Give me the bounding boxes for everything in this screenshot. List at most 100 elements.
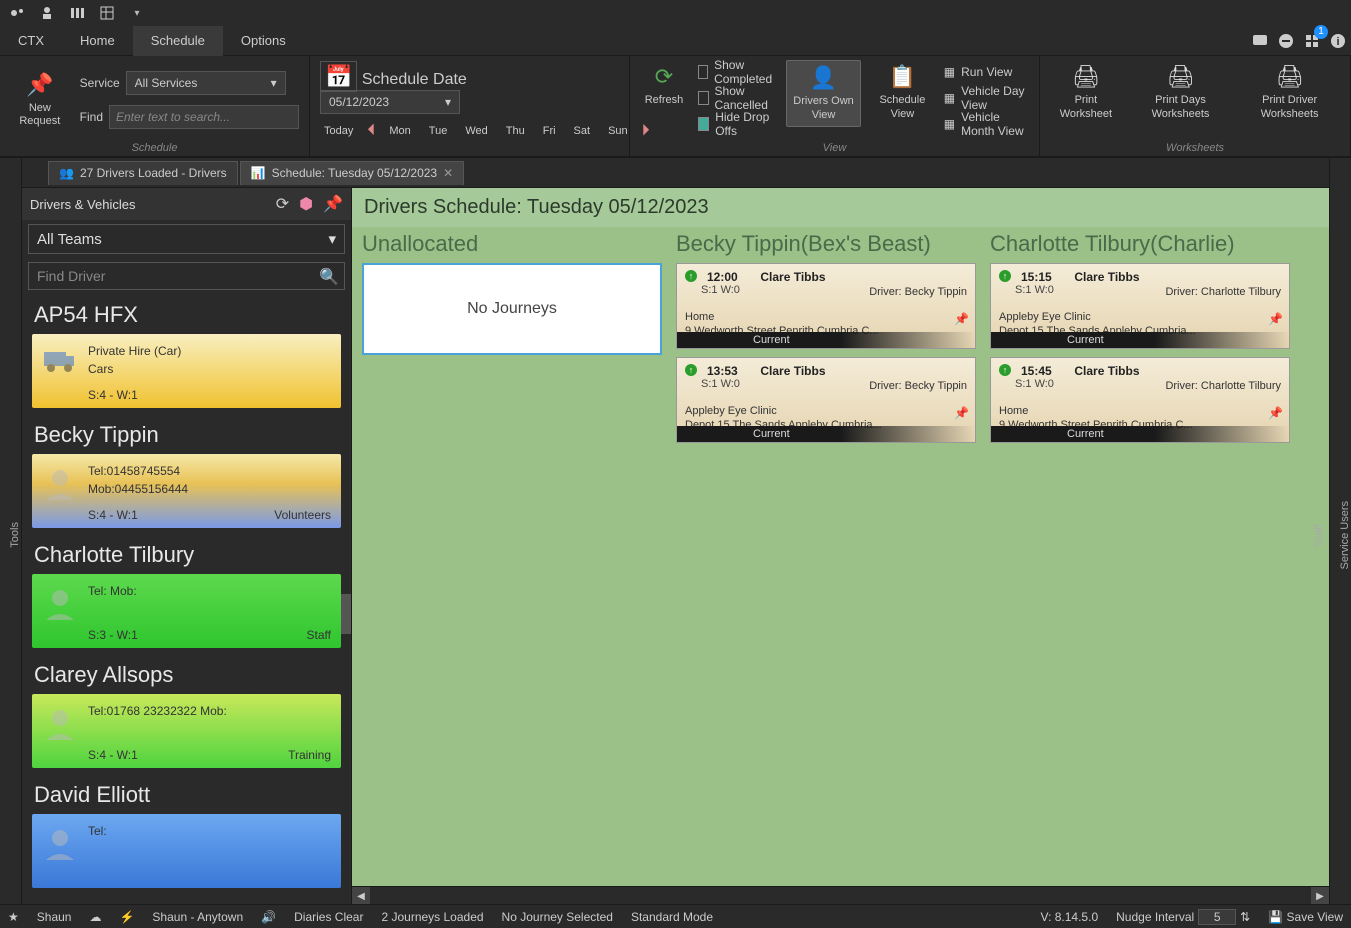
star-icon[interactable]: ★: [8, 910, 19, 924]
today-button[interactable]: Today: [320, 123, 357, 139]
h-scrollbar[interactable]: ◀ ▶: [352, 886, 1329, 904]
driver-card[interactable]: Tel: Mob:S:3 - W:1Staff: [32, 574, 341, 648]
driver-stats: S:4 - W:1Training: [88, 748, 331, 762]
team-select[interactable]: All Teams▾: [28, 224, 345, 254]
tools-tab[interactable]: Tools: [9, 522, 21, 548]
run-view-button[interactable]: ▦Run View: [944, 60, 1029, 84]
driver-list[interactable]: AP54 HFXPrivate Hire (Car)CarsS:4 - W:1 B…: [22, 294, 351, 904]
schedule-view-button[interactable]: 📋 Schedule View: [871, 60, 934, 125]
print-driver-button[interactable]: 🖨 Print Driver Worksheets: [1239, 60, 1340, 125]
service-users-tab[interactable]: Service Users: [1339, 501, 1351, 569]
pin-journey-icon[interactable]: 📌: [1268, 406, 1283, 420]
minimize-icon[interactable]: [1273, 28, 1299, 54]
day-sat[interactable]: Sat: [570, 123, 595, 139]
refresh-drivers-icon[interactable]: ⟳: [276, 194, 289, 214]
app-icon-2[interactable]: [38, 4, 56, 22]
journey-status: Current: [991, 426, 1289, 442]
driver-header[interactable]: David Elliott: [26, 774, 347, 814]
chat-icon[interactable]: [1247, 28, 1273, 54]
service-select[interactable]: All Services▾: [126, 71, 286, 95]
driver-card[interactable]: Private Hire (Car)CarsS:4 - W:1: [32, 334, 341, 408]
schedule-date-select[interactable]: 05/12/2023▾: [320, 90, 460, 114]
driver-card[interactable]: Tel:01768 23232322 Mob:S:4 - W:1Training: [32, 694, 341, 768]
panel-title: Drivers & Vehicles: [30, 197, 135, 212]
journey-card[interactable]: ↑13:53 Clare TibbsS:1 W:0Driver: Becky T…: [676, 357, 976, 443]
vehicle-day-button[interactable]: ▦Vehicle Day View: [944, 86, 1029, 110]
driver-card[interactable]: Tel:: [32, 814, 341, 888]
prev-day-icon[interactable]: ⏴: [367, 122, 375, 140]
info-icon[interactable]: i: [1325, 28, 1351, 54]
scroll-right-icon[interactable]: ▶: [1311, 887, 1329, 904]
menu-options[interactable]: Options: [223, 26, 304, 56]
search-icon[interactable]: 🔍: [319, 267, 339, 287]
schedule-column: Becky Tippin(Bex's Beast)↑12:00 Clare Ti…: [676, 227, 976, 886]
nudge-value[interactable]: 5: [1198, 909, 1236, 925]
menu-schedule[interactable]: Schedule: [133, 26, 223, 56]
nudge-spinner[interactable]: ⇅: [1240, 910, 1250, 924]
column-header: Becky Tippin(Bex's Beast): [676, 227, 976, 263]
day-sun[interactable]: Sun: [604, 123, 632, 139]
journey-driver: Driver: Becky Tippin: [869, 380, 967, 392]
menu-ctx[interactable]: CTX: [0, 26, 62, 56]
view-group-label: View: [640, 140, 1029, 154]
dropdown-icon[interactable]: ▾: [128, 4, 146, 22]
driver-stats: S:3 - W:1Staff: [88, 628, 331, 642]
journey-card[interactable]: ↑15:45 Clare TibbsS:1 W:0Driver: Charlot…: [990, 357, 1290, 443]
pin-journey-icon[interactable]: 📌: [1268, 312, 1283, 326]
print-ws-label: Print Worksheet: [1056, 94, 1116, 120]
find-input[interactable]: [109, 105, 299, 129]
refresh-label: Refresh: [645, 94, 684, 107]
journey-card[interactable]: ↑12:00 Clare TibbsS:1 W:0Driver: Becky T…: [676, 263, 976, 349]
day-mon[interactable]: Mon: [385, 123, 414, 139]
journey-loc1: Home: [999, 404, 1257, 418]
tab-drivers-loaded[interactable]: 👥27 Drivers Loaded - Drivers: [48, 161, 238, 185]
drivers-own-view-button[interactable]: 👤 Drivers Own View: [786, 60, 861, 127]
apps-icon[interactable]: 1: [1299, 28, 1325, 54]
hide-dropoffs-toggle[interactable]: Hide Drop Offs: [698, 112, 776, 136]
menu-home[interactable]: Home: [62, 26, 133, 56]
journey-card[interactable]: ↑15:15 Clare TibbsS:1 W:0Driver: Charlot…: [990, 263, 1290, 349]
show-completed-toggle[interactable]: Show Completed: [698, 60, 776, 84]
find-driver-input[interactable]: [28, 262, 345, 290]
left-side-tabs: Tools People and Places: [0, 158, 22, 904]
day-wed[interactable]: Wed: [461, 123, 491, 139]
day-fri[interactable]: Fri: [539, 123, 560, 139]
avatar-icon: [42, 706, 78, 742]
tab-schedule[interactable]: 📊Schedule: Tuesday 05/12/2023✕: [240, 161, 464, 185]
up-arrow-icon: ↑: [685, 364, 697, 376]
refresh-button[interactable]: ⟳ Refresh: [640, 60, 688, 112]
app-icon-1[interactable]: [8, 4, 26, 22]
driver-header[interactable]: Becky Tippin: [26, 414, 347, 454]
vehicle-month-button[interactable]: ▦Vehicle Month View: [944, 112, 1029, 136]
avatar-icon: [42, 826, 78, 862]
no-journeys[interactable]: No Journeys: [362, 263, 662, 355]
driver-header[interactable]: AP54 HFX: [26, 294, 347, 334]
save-view-button[interactable]: 💾 Save View: [1268, 910, 1343, 924]
scroll-left-icon[interactable]: ◀: [352, 887, 370, 904]
pin-journey-icon[interactable]: 📌: [954, 312, 969, 326]
pin-journey-icon[interactable]: 📌: [954, 406, 969, 420]
print-days-button[interactable]: 🖨 Print Days Worksheets: [1132, 60, 1229, 125]
day-thu[interactable]: Thu: [502, 123, 529, 139]
journey-time: 15:15: [1021, 270, 1052, 284]
new-request-button[interactable]: 📌 New Request: [10, 68, 70, 133]
audio-icon[interactable]: 🔊: [261, 910, 276, 924]
calendar-icon[interactable]: 📅: [320, 61, 357, 92]
journey-status: Current: [991, 332, 1289, 348]
staff-tab[interactable]: Staff: [1313, 524, 1325, 546]
journey-loc1: Appleby Eye Clinic: [685, 404, 943, 418]
schedule-group-label: Schedule: [10, 140, 299, 154]
print-worksheet-button[interactable]: 🖨 Print Worksheet: [1050, 60, 1122, 125]
driver-header[interactable]: Clarey Allsops: [26, 654, 347, 694]
pin-panel-icon[interactable]: 📌: [323, 194, 343, 214]
driver-card[interactable]: Tel:01458745554Mob:04455156444S:4 - W:1V…: [32, 454, 341, 528]
close-tab-icon[interactable]: ✕: [443, 166, 453, 180]
show-cancelled-toggle[interactable]: Show Cancelled: [698, 86, 776, 110]
journey-driver: Driver: Becky Tippin: [869, 286, 967, 298]
day-tue[interactable]: Tue: [425, 123, 452, 139]
driver-header[interactable]: Charlotte Tilbury: [26, 534, 347, 574]
app-icon-4[interactable]: [98, 4, 116, 22]
drivers-panel: Drivers & Vehicles ⟳ ⬢ 📌 All Teams▾ 🔍 AP…: [22, 188, 352, 904]
map-pin-icon[interactable]: ⬢: [299, 194, 313, 214]
app-icon-3[interactable]: [68, 4, 86, 22]
